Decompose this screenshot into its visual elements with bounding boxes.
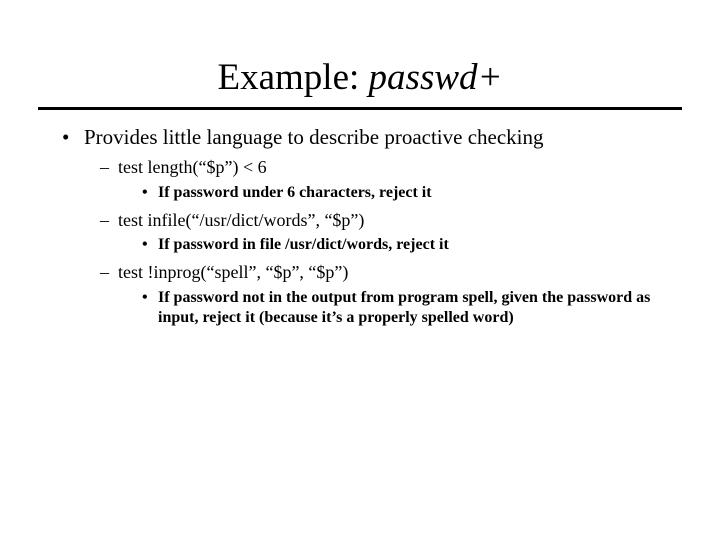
bullet-test-2: test infile(“/usr/dict/words”, “$p”) <box>58 209 662 232</box>
bullet-desc-1: If password under 6 characters, reject i… <box>58 183 662 203</box>
bullet-desc-3: If password not in the output from progr… <box>58 288 662 328</box>
title-text-plain: Example: <box>218 57 369 98</box>
slide-body: Provides little language to describe pro… <box>58 124 662 328</box>
bullet-desc-2: If password in file /usr/dict/words, rej… <box>58 235 662 255</box>
title-text-italic: passwd+ <box>369 57 503 98</box>
title-underline <box>38 107 682 110</box>
bullet-test-1: test length(“$p”) < 6 <box>58 156 662 179</box>
bullet-main: Provides little language to describe pro… <box>58 124 662 150</box>
slide-title: Example: passwd+ <box>0 56 720 99</box>
slide: Example: passwd+ Provides little languag… <box>0 56 720 540</box>
bullet-test-3: test !inprog(“spell”, “$p”, “$p”) <box>58 261 662 284</box>
